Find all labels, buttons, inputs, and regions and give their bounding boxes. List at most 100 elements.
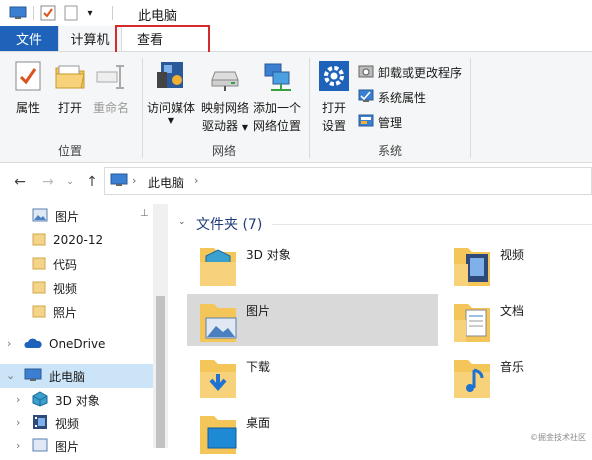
add-network-label-line1: 添加一个	[252, 101, 301, 115]
nav-item-label: 代码	[53, 257, 78, 272]
nav-item-folder[interactable]: 视频	[32, 277, 77, 299]
nav-scrollbar-thumb[interactable]	[156, 296, 165, 448]
open-settings-button[interactable]: 打开 设置	[312, 60, 356, 135]
folder-tile-music[interactable]: 音乐	[452, 352, 524, 404]
nav-item-pictures-pinned[interactable]: 图片	[32, 205, 79, 227]
expand-chevron-icon[interactable]: ›	[16, 393, 20, 406]
rename-button[interactable]: 重命名	[90, 60, 132, 117]
folder-icon	[32, 232, 46, 249]
system-properties-icon	[358, 88, 374, 107]
manage-button[interactable]: 管理	[358, 111, 402, 133]
collapse-group-chevron-icon[interactable]: ⌄	[178, 217, 186, 227]
folder-tile-downloads[interactable]: 下载	[198, 352, 270, 404]
videos-icon	[32, 414, 48, 433]
access-media-button[interactable]: 访问媒体 ▼	[144, 60, 198, 125]
this-pc-icon	[24, 368, 42, 385]
expand-chevron-icon[interactable]: ›	[7, 337, 11, 350]
collapse-chevron-icon[interactable]: ⌄	[6, 369, 15, 382]
group-label-network: 网络	[211, 144, 236, 158]
this-pc-icon[interactable]	[8, 4, 28, 22]
open-button[interactable]: 打开	[50, 60, 90, 117]
add-network-location-button[interactable]: 添加一个 网络位置	[250, 60, 304, 135]
recent-locations-chevron-icon[interactable]: ⌄	[60, 172, 80, 192]
expand-chevron-icon[interactable]: ›	[16, 416, 20, 429]
open-settings-label-line2: 设置	[321, 119, 346, 133]
window-title: 此电脑	[138, 9, 178, 24]
folder-tile-3d-objects[interactable]: 3D 对象	[198, 240, 291, 292]
media-icon	[144, 60, 198, 97]
rename-label: 重命名	[92, 101, 129, 115]
folder-label: 视频	[500, 248, 525, 262]
divider	[112, 6, 113, 20]
group-divider	[470, 58, 471, 158]
properties-check-icon[interactable]	[38, 4, 58, 22]
expand-chevron-icon[interactable]: ›	[16, 439, 20, 452]
network-location-icon	[250, 60, 304, 97]
nav-item-label: 2020-12	[53, 233, 104, 247]
divider	[33, 6, 34, 20]
folder-label: 3D 对象	[246, 248, 291, 262]
nav-item-folder[interactable]: 2020-12	[32, 229, 103, 251]
new-folder-icon[interactable]	[62, 4, 80, 22]
nav-item-label: OneDrive	[49, 337, 106, 351]
up-arrow-icon[interactable]: ↑	[82, 172, 102, 192]
add-network-label-line2: 网络位置	[252, 119, 301, 133]
dropdown-arrow-icon: ▼	[167, 116, 175, 125]
pictures-folder-icon	[198, 298, 238, 347]
breadcrumb-chevron-icon[interactable]: ›	[132, 174, 136, 187]
folder-tile-videos[interactable]: 视频	[452, 240, 524, 292]
folder-tile-desktop[interactable]: 桌面	[198, 408, 270, 460]
open-folder-icon	[50, 60, 90, 97]
folder-icon	[32, 304, 46, 321]
downloads-folder-icon	[198, 354, 238, 403]
onedrive-icon	[24, 337, 42, 352]
uninstall-button[interactable]: 卸载或更改程序	[358, 61, 462, 83]
map-drive-label-line1: 映射网络	[200, 101, 249, 115]
nav-item-this-pc[interactable]: 此电脑	[24, 365, 85, 387]
folder-label: 下载	[246, 360, 271, 374]
dropdown-arrow-icon: ▼	[241, 123, 248, 132]
desktop-folder-icon	[198, 410, 238, 459]
nav-item-label: 照片	[53, 305, 78, 320]
folder-tile-pictures[interactable]: 图片	[198, 296, 270, 348]
nav-item-3d-objects[interactable]: 3D 对象	[32, 389, 100, 411]
tab-computer[interactable]: 计算机	[58, 26, 122, 51]
settings-gear-icon	[312, 60, 356, 97]
forward-arrow-icon[interactable]: →	[38, 172, 58, 192]
group-label-location: 位置	[57, 144, 82, 158]
folder-icon	[32, 256, 46, 273]
group-divider	[309, 58, 310, 158]
breadcrumb-this-pc[interactable]: 此电脑	[148, 174, 184, 191]
group-divider-line	[272, 224, 592, 225]
tab-file[interactable]: 文件	[0, 26, 58, 51]
folder-tile-documents[interactable]: 文档	[452, 296, 524, 348]
nav-item-label: 此电脑	[49, 369, 86, 384]
map-drive-icon	[198, 60, 252, 97]
system-properties-button[interactable]: 系统属性	[358, 86, 426, 108]
folder-label: 文档	[500, 304, 525, 318]
this-pc-small-icon	[110, 173, 128, 190]
group-label-system: 系统	[377, 144, 402, 158]
pin-icon[interactable]: ⊥	[140, 208, 149, 219]
nav-item-folder[interactable]: 照片	[32, 301, 77, 323]
back-arrow-icon[interactable]: ←	[10, 172, 30, 192]
nav-item-videos[interactable]: 视频	[32, 412, 79, 434]
map-network-drive-button[interactable]: 映射网络 驱动器 ▼	[198, 60, 252, 137]
nav-item-label: 图片	[55, 209, 80, 224]
folder-label: 桌面	[246, 416, 271, 430]
open-label: 打开	[57, 101, 82, 115]
properties-icon	[6, 60, 50, 97]
folder-label: 音乐	[500, 360, 525, 374]
properties-button[interactable]: 属性	[6, 60, 50, 117]
open-settings-label-line1: 打开	[321, 101, 346, 115]
nav-item-folder[interactable]: 代码	[32, 253, 77, 275]
nav-item-pictures[interactable]: 图片	[32, 435, 79, 457]
view-tab-highlight-box	[115, 25, 210, 55]
breadcrumb-chevron-icon[interactable]: ›	[194, 174, 198, 187]
customize-toolbar-icon[interactable]: ▾	[82, 4, 98, 22]
nav-item-label: 视频	[53, 281, 78, 296]
folders-group-header[interactable]: 文件夹 (7)	[196, 214, 262, 234]
uninstall-label: 卸载或更改程序	[378, 65, 463, 80]
nav-item-onedrive[interactable]: OneDrive	[24, 333, 105, 355]
nav-item-label: 图片	[55, 439, 80, 454]
